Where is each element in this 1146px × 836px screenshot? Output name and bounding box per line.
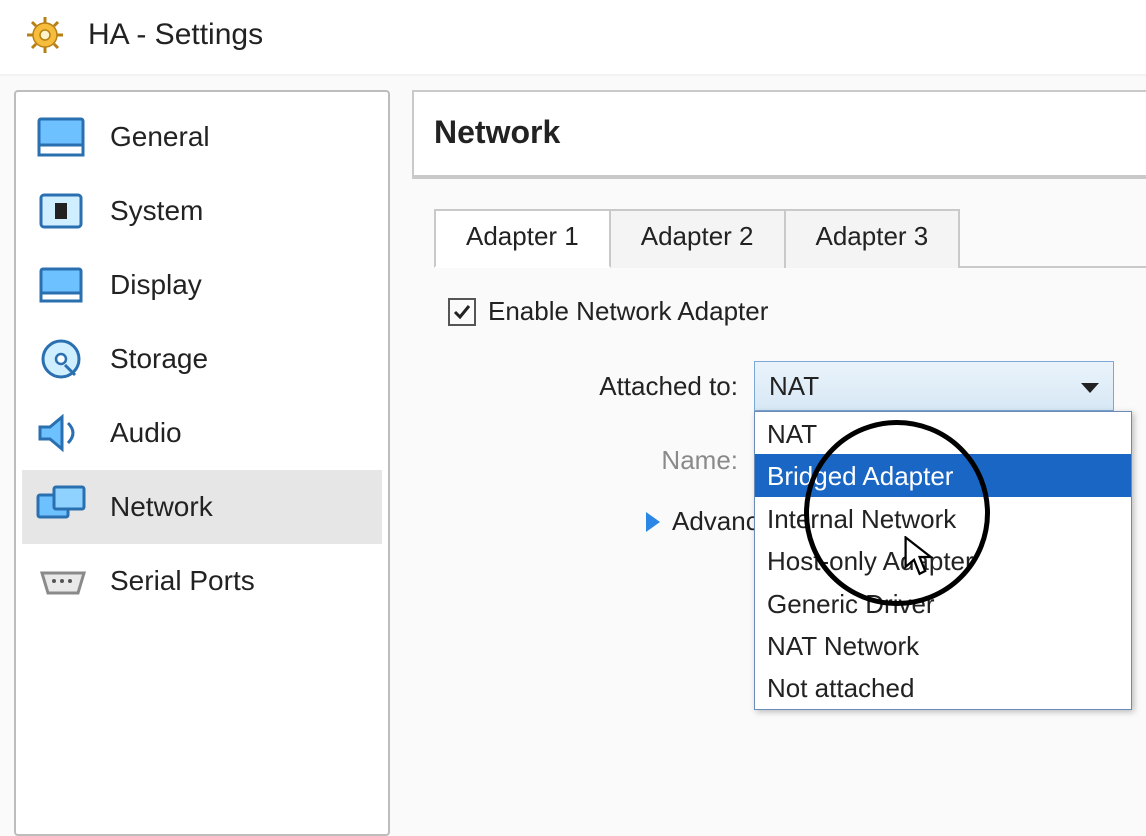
option-label: Internal Network — [767, 504, 956, 534]
option-label: Host-only Adapter — [767, 546, 974, 576]
panel-title: Network — [414, 92, 1146, 177]
attached-to-dropdown: NAT Bridged Adapter Internal Network Hos… — [754, 411, 1132, 710]
option-label: NAT Network — [767, 631, 919, 661]
sidebar-item-audio[interactable]: Audio — [22, 396, 382, 470]
dropdown-option-internal-network[interactable]: Internal Network — [755, 497, 1131, 539]
enable-adapter-checkbox[interactable] — [448, 298, 476, 326]
option-label: Not attached — [767, 673, 914, 703]
sidebar-item-label: Audio — [110, 417, 182, 449]
audio-icon — [34, 410, 88, 456]
system-icon — [34, 188, 88, 234]
serial-icon — [34, 558, 88, 604]
network-panel: Network — [412, 90, 1146, 179]
attached-to-row: Attached to: NAT NAT Bridged Adapter Int… — [434, 361, 1146, 411]
sidebar-item-general[interactable]: General — [22, 100, 382, 174]
dropdown-option-nat-network[interactable]: NAT Network — [755, 624, 1131, 666]
storage-icon — [34, 336, 88, 382]
disclosure-triangle-icon — [646, 512, 660, 532]
window-title: HA - Settings — [88, 18, 263, 52]
tab-label: Adapter 1 — [466, 221, 579, 251]
sidebar-item-label: Storage — [110, 343, 208, 375]
network-icon — [34, 484, 88, 530]
tab-adapter-2[interactable]: Adapter 2 — [609, 209, 786, 268]
dropdown-option-host-only-adapter[interactable]: Host-only Adapter — [755, 539, 1131, 581]
sidebar-item-display[interactable]: Display — [22, 248, 382, 322]
tab-label: Adapter 3 — [816, 221, 929, 251]
sidebar-item-serial-ports[interactable]: Serial Ports — [22, 544, 382, 618]
window-title-bar: HA - Settings — [0, 0, 1146, 74]
option-label: Bridged Adapter — [767, 461, 953, 491]
option-label: NAT — [767, 419, 817, 449]
tab-adapter-3[interactable]: Adapter 3 — [784, 209, 961, 268]
adapter-tabs: Adapter 1 Adapter 2 Adapter 3 — [434, 207, 1146, 266]
sidebar-item-network[interactable]: Network — [22, 470, 382, 544]
option-label: Generic Driver — [767, 589, 935, 619]
enable-adapter-label: Enable Network Adapter — [488, 296, 768, 327]
sidebar-item-label: System — [110, 195, 203, 227]
sidebar-item-system[interactable]: System — [22, 174, 382, 248]
dropdown-option-nat[interactable]: NAT — [755, 412, 1131, 454]
tab-adapter-1[interactable]: Adapter 1 — [434, 209, 611, 268]
attached-to-label: Attached to: — [434, 371, 754, 402]
dropdown-option-not-attached[interactable]: Not attached — [755, 666, 1131, 708]
general-icon — [34, 114, 88, 160]
gear-icon — [18, 12, 72, 58]
attached-to-value[interactable]: NAT — [754, 361, 1114, 411]
adapter-1-body: Enable Network Adapter Attached to: NAT … — [434, 266, 1146, 537]
name-label: Name: — [434, 445, 754, 476]
sidebar-item-label: Display — [110, 269, 202, 301]
tab-label: Adapter 2 — [641, 221, 754, 251]
dropdown-option-bridged-adapter[interactable]: Bridged Adapter — [755, 454, 1131, 496]
sidebar-item-label: General — [110, 121, 210, 153]
attached-to-combo[interactable]: NAT NAT Bridged Adapter Internal Network… — [754, 361, 1114, 411]
enable-adapter-row: Enable Network Adapter — [448, 296, 1146, 327]
sidebar-item-storage[interactable]: Storage — [22, 322, 382, 396]
settings-content: Network Adapter 1 Adapter 2 Adapter 3 En… — [390, 90, 1146, 836]
display-icon — [34, 262, 88, 308]
settings-sidebar: General System Display Storage Audio — [14, 90, 390, 836]
sidebar-item-label: Network — [110, 491, 213, 523]
sidebar-item-label: Serial Ports — [110, 565, 255, 597]
dropdown-option-generic-driver[interactable]: Generic Driver — [755, 582, 1131, 624]
